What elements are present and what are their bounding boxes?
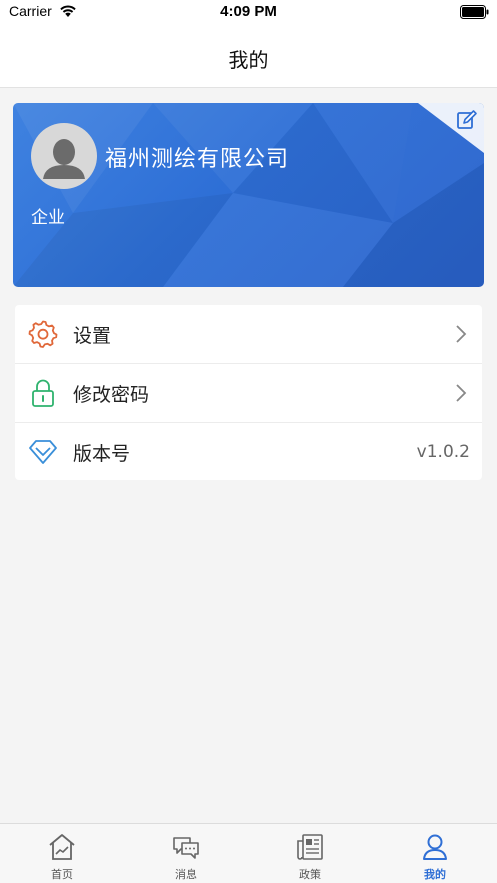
menu-item-label: 设置 — [73, 325, 112, 347]
menu-item-version: 版本号 v1.0.2 — [15, 423, 482, 480]
chevron-right-icon — [456, 384, 467, 402]
menu-list: 设置 修改密码 版本号 v1.0.2 — [15, 305, 482, 480]
menu-item-label: 版本号 — [73, 443, 131, 465]
tab-mine[interactable]: 我的 — [373, 824, 497, 883]
page-title: 我的 — [228, 48, 269, 72]
lock-icon — [32, 379, 54, 407]
menu-item-change-password[interactable]: 修改密码 — [15, 364, 482, 423]
tab-home[interactable]: 首页 — [0, 824, 124, 883]
tab-label: 我的 — [424, 868, 446, 881]
tab-label: 首页 — [51, 868, 73, 881]
home-chart-icon — [49, 834, 75, 860]
gear-icon — [28, 320, 58, 348]
tab-bar: 首页 消息 政策 我的 — [0, 823, 497, 883]
tab-label: 政策 — [299, 868, 321, 881]
tab-messages[interactable]: 消息 — [124, 824, 248, 883]
menu-item-settings[interactable]: 设置 — [15, 305, 482, 364]
account-type-label: 企业 — [31, 208, 65, 228]
clock: 4:09 PM — [220, 3, 277, 20]
chevron-right-icon — [456, 325, 467, 343]
tab-label: 消息 — [175, 868, 197, 881]
company-name: 福州测绘有限公司 — [105, 147, 290, 172]
user-profile-icon — [423, 834, 447, 860]
tab-policy[interactable]: 政策 — [248, 824, 372, 883]
menu-item-label: 修改密码 — [73, 384, 150, 406]
default-avatar-icon — [43, 139, 85, 179]
edit-icon[interactable] — [455, 108, 479, 132]
newspaper-icon — [297, 834, 323, 860]
version-number: v1.0.2 — [416, 442, 470, 462]
profile-card[interactable]: 福州测绘有限公司 企业 — [13, 103, 484, 287]
nav-bar: 我的 — [0, 24, 497, 88]
battery-icon — [460, 5, 489, 19]
status-bar: Carrier 4:09 PM — [0, 0, 497, 24]
avatar[interactable] — [31, 123, 97, 189]
chat-bubbles-icon — [173, 837, 199, 859]
diamond-icon — [29, 440, 57, 464]
